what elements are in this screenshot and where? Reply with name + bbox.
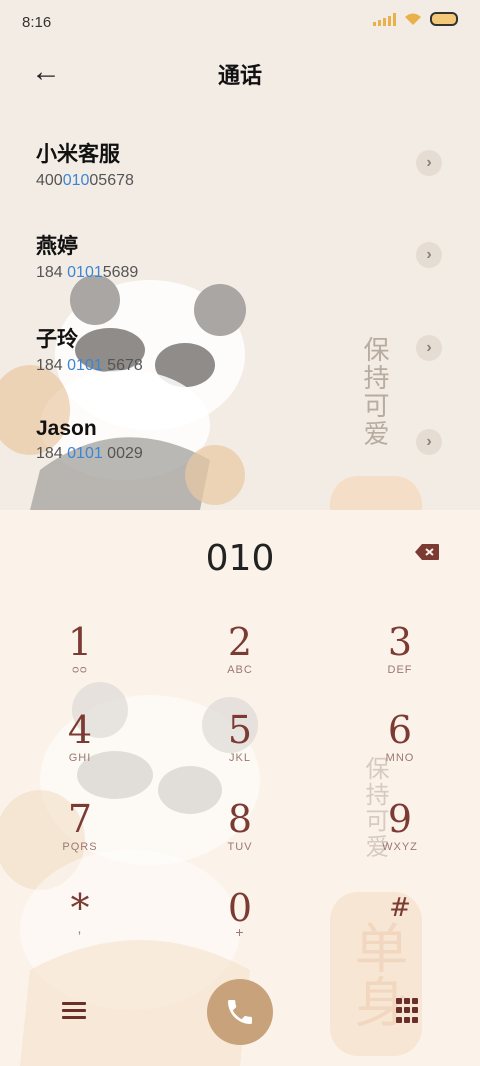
dialer-panel: 保持可爱 单身 010 1 ᴑᴑ 2 ABC 3 DEF 4 GHI 5 JKL 6 MNO… [0,510,480,1066]
contact-item[interactable]: Jason 184 0101 0029 › [36,417,446,487]
key-7[interactable]: 7 PQRS [20,799,140,879]
dialed-number: 010 [205,538,275,579]
key-hash[interactable]: # [340,888,460,968]
contact-name: 燕婷 [36,235,78,258]
key-6[interactable]: 6 MNO [340,710,460,790]
contact-detail-chevron-icon[interactable]: › [416,335,442,361]
key-3[interactable]: 3 DEF [340,622,460,702]
key-4[interactable]: 4 GHI [20,710,140,790]
contact-detail-chevron-icon[interactable]: › [416,429,442,455]
backspace-button[interactable] [414,543,440,561]
key-1[interactable]: 1 ᴑᴑ [20,622,140,702]
contact-name: 子玲 [36,328,78,351]
contact-name: 小米客服 [36,143,120,166]
contact-item[interactable]: 子玲 184 0101 5678 › [36,323,446,393]
key-star[interactable]: *, [20,888,140,968]
contact-number: 40001005678 [36,172,134,189]
contact-number: 184 0101 5678 [36,357,143,374]
keypad-toggle-button[interactable] [396,998,420,1024]
key-9[interactable]: 9 WXYZ [340,799,460,879]
menu-button[interactable] [62,998,86,1020]
contact-detail-chevron-icon[interactable]: › [416,150,442,176]
battery-icon [430,12,458,26]
contact-item[interactable]: 燕婷 184 01015689 › [36,230,446,300]
call-button[interactable] [207,979,273,1045]
phone-icon [228,1000,252,1024]
key-8[interactable]: 8 TUV [180,799,300,879]
contact-detail-chevron-icon[interactable]: › [416,242,442,268]
contact-name: Jason [36,417,97,440]
call-history-area: 保持可爱 8:16 ← 通话 小米客服 40001005678 › 燕婷 184… [0,0,480,510]
contact-number: 184 01015689 [36,264,139,281]
wifi-icon [405,13,421,25]
page-title: 通话 [217,63,262,88]
key-2[interactable]: 2 ABC [180,622,300,702]
contact-item[interactable]: 小米客服 40001005678 › [36,138,446,208]
status-time: 8:16 [22,14,52,31]
status-icons [373,12,458,26]
signal-icon [373,12,396,26]
voicemail-icon: ᴑᴑ [72,664,88,676]
key-5[interactable]: 5 JKL [180,710,300,790]
key-0[interactable]: 0 + [180,888,300,968]
contact-number: 184 0101 0029 [36,445,143,462]
